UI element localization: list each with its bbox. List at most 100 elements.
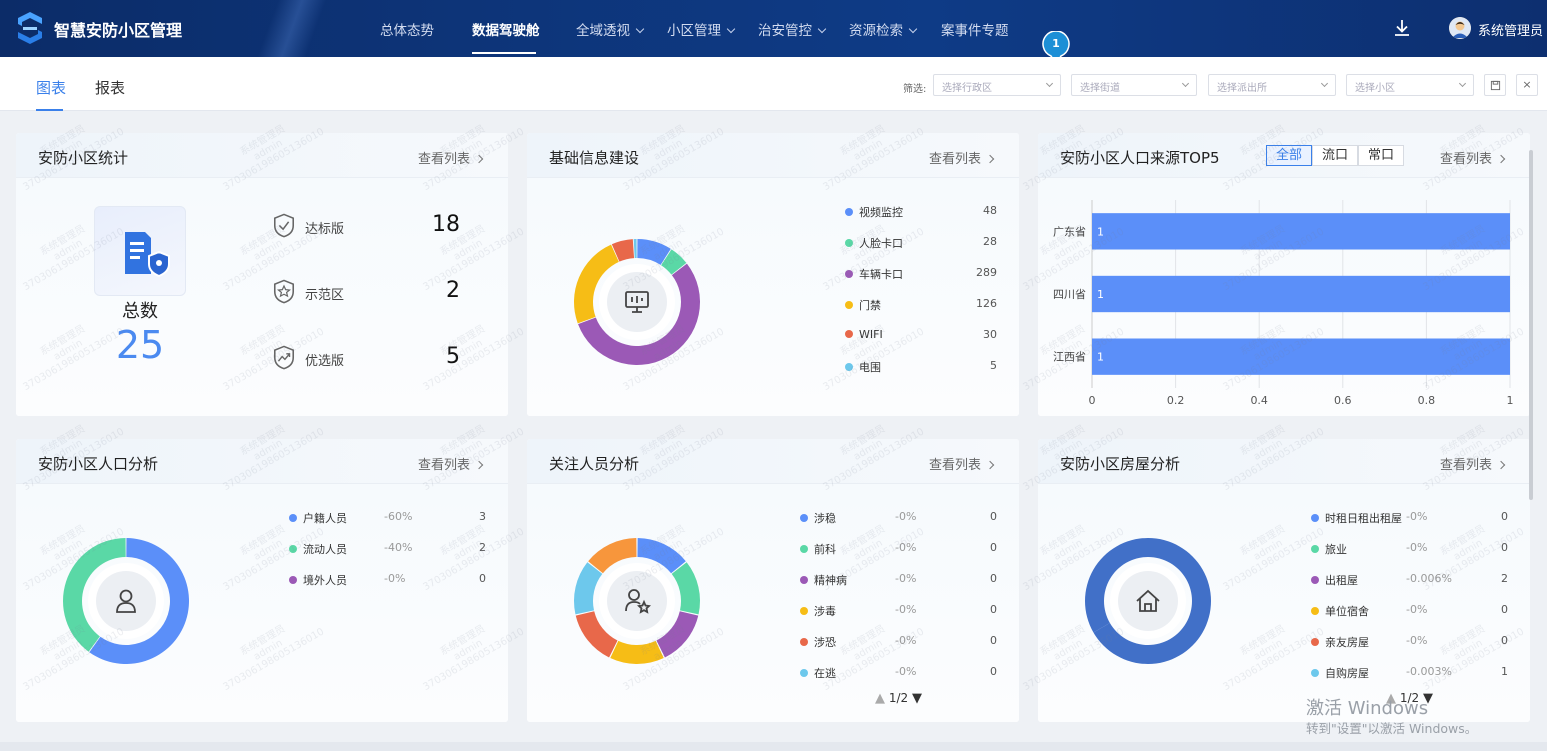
- police-station-select[interactable]: 选择派出所: [1208, 74, 1336, 96]
- view-list-link[interactable]: 查看列表: [1440, 148, 1506, 167]
- save-icon: [1490, 80, 1500, 91]
- card-header: 关注人员分析 查看列表: [527, 439, 1019, 484]
- view-list-link[interactable]: 查看列表: [418, 454, 484, 473]
- legend-dot: [1311, 514, 1319, 522]
- legend-dot: [845, 239, 853, 247]
- card-population-origin: 安防小区人口来源TOP5 全部 流口 常口 查看列表 0 0.2 0.4 0.6 0.8…: [1038, 133, 1530, 416]
- scrollbar[interactable]: [1529, 150, 1533, 500]
- legend-item[interactable]: 人脸卡口: [845, 235, 903, 251]
- view-list-link[interactable]: 查看列表: [418, 148, 484, 167]
- username[interactable]: 系统管理员: [1478, 20, 1543, 39]
- pager-prev-icon[interactable]: ▲: [875, 691, 885, 706]
- nav-overall-situation[interactable]: 总体态势: [380, 19, 434, 39]
- save-filter-button[interactable]: [1484, 74, 1506, 96]
- legend-item[interactable]: 电围: [845, 359, 881, 375]
- district-select[interactable]: 选择行政区: [933, 74, 1061, 96]
- view-list-link[interactable]: 查看列表: [1440, 454, 1506, 473]
- legend-dot: [1311, 545, 1319, 553]
- legend-item[interactable]: 自购房屋: [1311, 665, 1369, 681]
- view-list-link[interactable]: 查看列表: [929, 454, 995, 473]
- view-list-label: 查看列表: [418, 152, 471, 167]
- bar[interactable]: [1092, 275, 1510, 313]
- legend-label: 涉恐: [814, 636, 836, 649]
- filter-label: 筛选:: [903, 84, 927, 95]
- footer-strip: [0, 742, 1547, 751]
- legend-percent: -0%: [1406, 634, 1428, 647]
- legend-item[interactable]: 涉毒: [800, 603, 836, 619]
- legend-item[interactable]: 车辆卡口: [845, 266, 903, 282]
- toggle-floating[interactable]: 流口: [1312, 145, 1358, 166]
- chevron-right-icon: [474, 154, 484, 164]
- chevron-right-icon: [1496, 460, 1506, 470]
- legend-item[interactable]: 前科: [800, 541, 836, 557]
- legend-label: 视频监控: [859, 206, 903, 219]
- x-tick-label: 0.8: [1418, 394, 1436, 407]
- donut-slice[interactable]: [671, 562, 700, 615]
- legend-label: 单位宿舍: [1325, 605, 1369, 618]
- legend-dot: [845, 270, 853, 278]
- housing-donut-chart: [1085, 538, 1211, 664]
- download-icon[interactable]: [1393, 18, 1411, 38]
- pager: ▲ 1/2 ▼: [875, 691, 922, 706]
- legend-item[interactable]: 时租日租出租屋: [1311, 510, 1402, 526]
- avatar[interactable]: [1449, 17, 1471, 39]
- legend-percent: -0%: [895, 572, 917, 585]
- nav-data-cockpit[interactable]: 数据驾驶舱: [472, 19, 540, 39]
- toggle-permanent[interactable]: 常口: [1358, 145, 1404, 166]
- legend-item[interactable]: 境外人员: [289, 572, 347, 588]
- card-header: 安防小区人口来源TOP5 全部 流口 常口 查看列表: [1038, 133, 1530, 178]
- bar[interactable]: [1092, 213, 1510, 250]
- legend-item[interactable]: 亲友房屋: [1311, 634, 1369, 650]
- pager-next-icon[interactable]: ▼: [912, 691, 922, 706]
- card-title: 基础信息建设: [549, 149, 640, 167]
- legend-value: 2: [1501, 572, 1508, 585]
- legend-item[interactable]: 在逃: [800, 665, 836, 681]
- legend-value: 126: [976, 297, 997, 310]
- legend-item[interactable]: 视频监控: [845, 204, 903, 220]
- donut-slice[interactable]: [610, 640, 664, 664]
- shield-check-icon: [273, 213, 295, 238]
- legend-item[interactable]: 精神病: [800, 572, 847, 588]
- legend-value: 1: [1501, 665, 1508, 678]
- nav-resource-search[interactable]: 资源检索: [849, 19, 918, 39]
- tab-chart[interactable]: 图表: [36, 77, 66, 98]
- legend-dot: [800, 576, 808, 584]
- legend-item[interactable]: 涉稳: [800, 510, 836, 526]
- x-tick-label: 1: [1507, 394, 1514, 407]
- legend-dot: [845, 363, 853, 371]
- donut-slice[interactable]: [574, 562, 603, 615]
- building-shield-icon: [125, 232, 170, 278]
- legend-item[interactable]: 单位宿舍: [1311, 603, 1369, 619]
- legend-item[interactable]: 出租屋: [1311, 572, 1358, 588]
- bar[interactable]: [1092, 338, 1510, 375]
- legend-dot: [289, 545, 297, 553]
- nav-case-topics[interactable]: 案事件专题: [941, 19, 1009, 39]
- community-select[interactable]: 选择小区: [1346, 74, 1474, 96]
- legend-dot: [1311, 607, 1319, 615]
- select-placeholder: 选择行政区: [942, 83, 992, 94]
- nav-global-perspective[interactable]: 全域透视: [576, 19, 645, 39]
- toggle-all[interactable]: 全部: [1266, 145, 1312, 166]
- legend-item[interactable]: 旅业: [1311, 541, 1347, 557]
- nav-security-control[interactable]: 治安管控: [758, 19, 827, 39]
- legend-item[interactable]: 流动人员: [289, 541, 347, 557]
- legend-dot: [845, 330, 853, 338]
- legend-dot: [1311, 576, 1319, 584]
- card-focus-persons: 关注人员分析 查看列表 涉稳 -0% 0 前科 -0% 0 精神病 -0% 0 涉毒 -0% 0 涉恐 -…: [527, 439, 1019, 722]
- nav-community-management[interactable]: 小区管理: [667, 19, 736, 39]
- y-tick-label: 四川省: [1053, 288, 1086, 301]
- street-select[interactable]: 选择街道: [1071, 74, 1197, 96]
- view-list-link[interactable]: 查看列表: [929, 148, 995, 167]
- legend-item[interactable]: 涉恐: [800, 634, 836, 650]
- legend-item[interactable]: WIFI: [845, 328, 883, 341]
- tab-report[interactable]: 报表: [95, 77, 125, 98]
- notification-badge-count[interactable]: 1: [1042, 37, 1070, 50]
- clear-filter-button[interactable]: ×: [1516, 74, 1538, 96]
- legend-dot: [845, 208, 853, 216]
- donut-center: [607, 571, 667, 631]
- donut-slice[interactable]: [633, 239, 637, 259]
- view-list-label: 查看列表: [929, 152, 982, 167]
- legend-item[interactable]: 门禁: [845, 297, 881, 313]
- select-placeholder: 选择派出所: [1217, 83, 1267, 94]
- legend-item[interactable]: 户籍人员: [289, 510, 347, 526]
